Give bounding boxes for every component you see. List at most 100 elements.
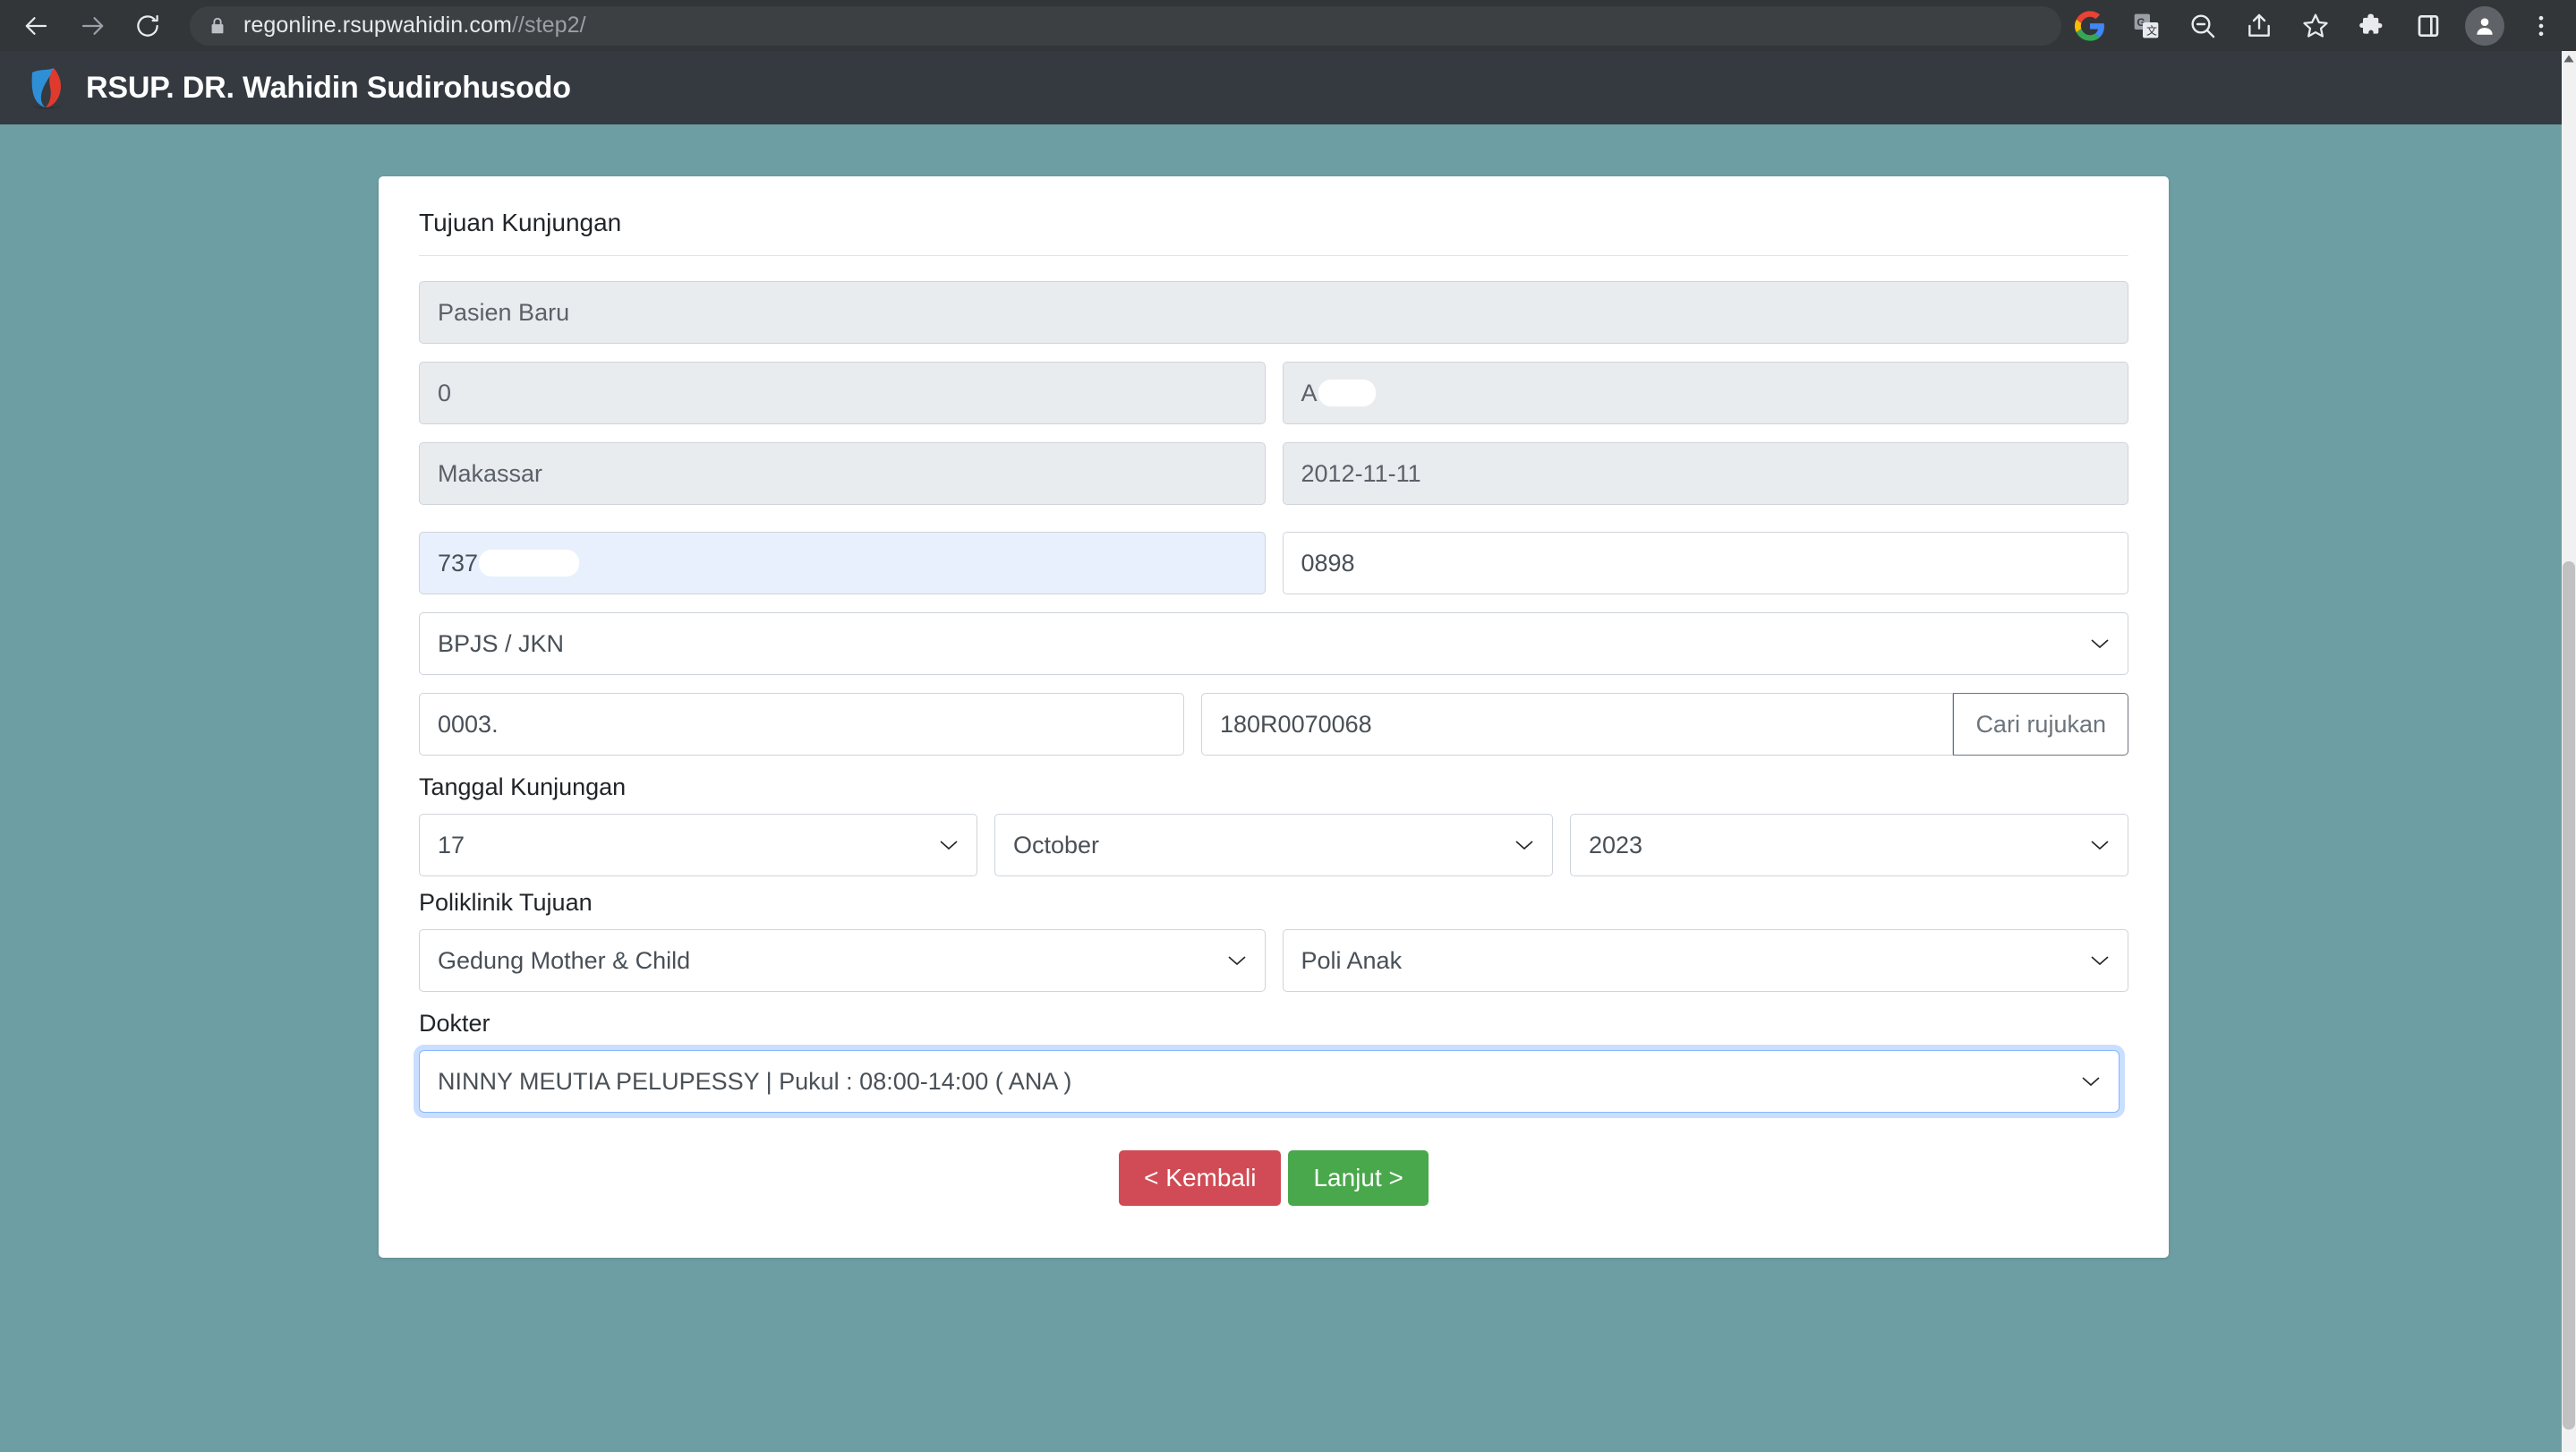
referral-number-value: 180R0070068 <box>1220 710 1372 738</box>
row-visit-date: 17 October 2023 <box>419 814 2128 876</box>
field-wrap-mr-no: 0 <box>419 362 1266 424</box>
svg-text:文: 文 <box>2146 23 2157 37</box>
row-doctor: NINNY MEUTIA PELUPESSY | Pukul : 08:00-1… <box>419 1050 2128 1113</box>
chevron-down-icon <box>1514 839 1534 851</box>
chevron-down-icon <box>2090 637 2110 650</box>
url-domain: regonline.rsupwahidin.com <box>243 13 512 38</box>
google-logo-icon[interactable] <box>2061 1 2118 51</box>
address-bar[interactable]: regonline.rsupwahidin.com//step2/ <box>190 5 2061 46</box>
url-path: //step2/ <box>511 13 586 38</box>
redaction-block-nik <box>479 550 580 577</box>
site-header: RSUP. DR. Wahidin Sudirohusodo <box>0 51 2562 124</box>
visit-month-value: October <box>1013 831 1100 858</box>
field-wrap-referral-code: 0003. <box>419 693 1184 756</box>
birth-date-field: 2012-11-11 <box>1282 442 2128 505</box>
field-wrap-visit-day: 17 <box>419 814 977 876</box>
referral-code-value: 0003. <box>438 710 499 738</box>
three-dot-menu-icon[interactable] <box>2512 1 2569 51</box>
field-wrap-phone: 0898 <box>1282 532 2128 594</box>
doctor-value: NINNY MEUTIA PELUPESSY | Pukul : 08:00-1… <box>438 1067 1072 1095</box>
card-content: Tujuan Kunjungan Pasien Baru 0 A Makassa… <box>405 176 2142 1258</box>
insurance-select[interactable]: BPJS / JKN <box>419 612 2128 675</box>
back-button[interactable]: < Kembali <box>1119 1150 1282 1206</box>
nik-input[interactable]: 737 <box>419 532 1266 594</box>
reload-button[interactable] <box>120 1 175 51</box>
medical-record-value: 0 <box>438 379 452 406</box>
field-wrap-doctor: NINNY MEUTIA PELUPESSY | Pukul : 08:00-1… <box>419 1050 2120 1113</box>
chevron-down-icon <box>2090 954 2110 967</box>
doctor-select[interactable]: NINNY MEUTIA PELUPESSY | Pukul : 08:00-1… <box>419 1050 2120 1113</box>
forward-button[interactable] <box>64 1 120 51</box>
chevron-down-icon <box>939 839 959 851</box>
row-insurance: BPJS / JKN <box>419 612 2128 675</box>
browser-nav-buttons <box>0 1 175 51</box>
row-patient-type: Pasien Baru <box>419 281 2128 344</box>
page-body: Tujuan Kunjungan Pasien Baru 0 A Makassa… <box>0 124 2562 1452</box>
arrow-right-icon <box>81 16 104 35</box>
extensions-puzzle-icon[interactable] <box>2343 1 2400 51</box>
clinic-building-select[interactable]: Gedung Mother & Child <box>419 929 1266 992</box>
clinic-building-value: Gedung Mother & Child <box>438 946 691 974</box>
visit-day-value: 17 <box>438 831 465 858</box>
form-actions: < Kembali Lanjut > <box>419 1150 2128 1206</box>
back-button[interactable] <box>9 1 64 51</box>
referral-code-input[interactable]: 0003. <box>419 693 1184 756</box>
patient-type-field: Pasien Baru <box>419 281 2128 344</box>
redaction-block-name <box>1318 380 1376 406</box>
registration-card: Tujuan Kunjungan Pasien Baru 0 A Makassa… <box>379 176 2169 1258</box>
chevron-down-icon <box>1227 954 1247 967</box>
row-nik-phone: 737 0898 <box>419 532 2128 594</box>
bookmark-star-icon[interactable] <box>2287 1 2343 51</box>
birth-place-field: Makassar <box>419 442 1266 505</box>
insurance-value: BPJS / JKN <box>438 629 565 657</box>
referral-number-input[interactable]: 180R0070068 <box>1201 693 1954 756</box>
row-referral: 0003. 180R0070068 Cari rujukan <box>419 693 2128 756</box>
field-wrap-birth-date: 2012-11-11 <box>1282 442 2128 505</box>
page-scrollbar[interactable] <box>2562 51 2576 1452</box>
clinic-unit-select[interactable]: Poli Anak <box>1282 929 2128 992</box>
hospital-shield-logo-icon <box>27 65 66 110</box>
field-wrap-referral-number: 180R0070068 Cari rujukan <box>1201 693 2128 756</box>
section-title-tujuan-kunjungan: Tujuan Kunjungan <box>419 209 622 236</box>
field-wrap-patient-type: Pasien Baru <box>419 281 2128 344</box>
phone-input[interactable]: 0898 <box>1282 532 2128 594</box>
scroll-up-arrow-icon[interactable] <box>2562 51 2576 65</box>
arrow-left-icon <box>25 16 47 35</box>
row-birth: Makassar 2012-11-11 <box>419 442 2128 505</box>
visit-month-select[interactable]: October <box>994 814 1553 876</box>
field-wrap-nik: 737 <box>419 532 1266 594</box>
birth-date-value: 2012-11-11 <box>1301 459 1421 487</box>
visit-year-value: 2023 <box>1589 831 1643 858</box>
search-referral-button[interactable]: Cari rujukan <box>1953 693 2128 756</box>
row-clinic: Gedung Mother & Child Poli Anak <box>419 929 2128 992</box>
translate-icon[interactable]: G 文 <box>2118 1 2174 51</box>
share-icon[interactable] <box>2231 1 2287 51</box>
field-wrap-insurance: BPJS / JKN <box>419 612 2128 675</box>
label-dokter: Dokter <box>419 1010 490 1037</box>
field-wrap-patient-name: A <box>1282 362 2128 424</box>
zoom-out-icon[interactable] <box>2174 1 2231 51</box>
patient-type-value: Pasien Baru <box>438 298 570 326</box>
side-panel-icon[interactable] <box>2400 1 2456 51</box>
next-button[interactable]: Lanjut > <box>1288 1150 1429 1206</box>
profile-avatar-icon[interactable] <box>2456 1 2512 51</box>
nik-value: 737 <box>438 549 479 577</box>
avatar <box>2464 5 2504 46</box>
row-mr-name: 0 A <box>419 362 2128 424</box>
birth-place-value: Makassar <box>438 459 543 487</box>
field-wrap-visit-month: October <box>994 814 1553 876</box>
scrollbar-thumb[interactable] <box>2563 561 2575 1430</box>
label-tanggal-kunjungan: Tanggal Kunjungan <box>419 773 627 800</box>
field-wrap-visit-year: 2023 <box>1570 814 2128 876</box>
lock-icon <box>208 16 227 36</box>
page-title: RSUP. DR. Wahidin Sudirohusodo <box>86 70 571 105</box>
patient-name-value: A <box>1301 379 1318 406</box>
field-wrap-birth-place: Makassar <box>419 442 1266 505</box>
clinic-unit-value: Poli Anak <box>1301 946 1403 974</box>
referral-input-group: 180R0070068 Cari rujukan <box>1201 693 2128 756</box>
section-divider <box>419 255 2128 256</box>
visit-day-select[interactable]: 17 <box>419 814 977 876</box>
browser-toolbar: regonline.rsupwahidin.com//step2/ G 文 <box>0 0 2576 51</box>
browser-action-icons: G 文 <box>2061 1 2576 51</box>
visit-year-select[interactable]: 2023 <box>1570 814 2128 876</box>
